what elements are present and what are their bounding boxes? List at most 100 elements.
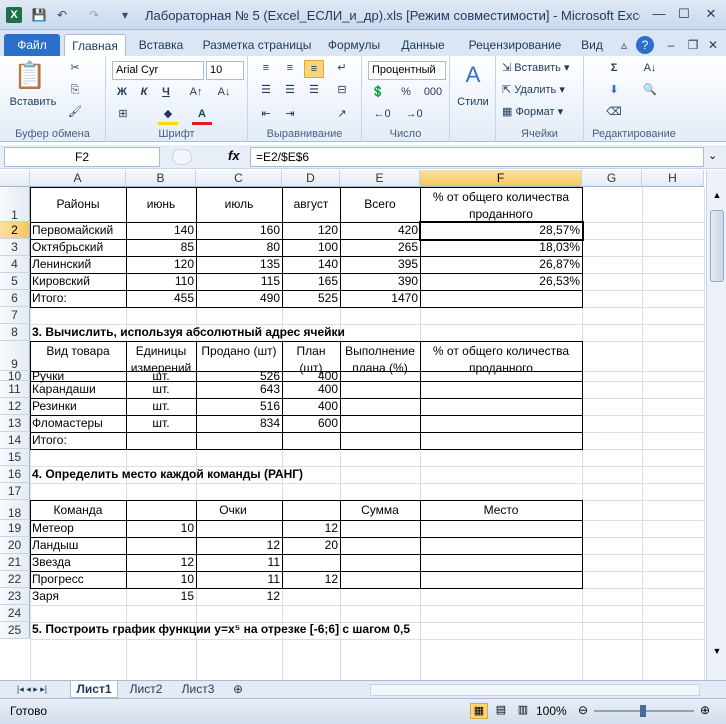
district-value[interactable]: 135: [196, 256, 282, 273]
team-points[interactable]: 10: [126, 571, 196, 588]
product-plan[interactable]: 400: [282, 381, 340, 398]
align-middle-icon[interactable]: ≡: [280, 60, 300, 76]
styles-button[interactable]: Стили: [452, 94, 494, 110]
column-header-f[interactable]: F: [420, 170, 582, 187]
district-value[interactable]: 120: [126, 256, 196, 273]
product-unit[interactable]: шт.: [126, 398, 196, 415]
section3-header[interactable]: % от общего количества проданного: [420, 341, 582, 375]
font-color-icon[interactable]: A: [192, 106, 212, 125]
district-value[interactable]: 390: [340, 273, 420, 290]
new-sheet-icon[interactable]: ⊕: [226, 681, 250, 698]
formula-input[interactable]: =E2/$E$6: [250, 147, 704, 167]
section3-header[interactable]: Вид товара: [30, 341, 126, 371]
row-header-6[interactable]: 6: [0, 290, 30, 307]
product-unit[interactable]: шт.: [126, 370, 196, 382]
column-header-b[interactable]: B: [126, 170, 196, 187]
number-format-dropdown[interactable]: Процентный: [368, 61, 446, 80]
header-august[interactable]: август: [282, 187, 340, 222]
clipboard-icon[interactable]: 📋: [10, 60, 50, 90]
product-name[interactable]: Ручки: [30, 370, 126, 382]
district-name[interactable]: Кировский: [30, 273, 126, 290]
team-points[interactable]: 11: [196, 571, 282, 588]
minimize-ribbon-icon[interactable]: ▵: [616, 34, 632, 56]
district-value[interactable]: [420, 290, 582, 307]
orientation-icon[interactable]: ↗: [332, 106, 352, 122]
currency-icon[interactable]: 💲: [368, 84, 388, 100]
font-size-dropdown[interactable]: 10: [206, 61, 244, 80]
paste-button[interactable]: Вставить: [6, 94, 60, 110]
sheet-nav-icon[interactable]: |◂ ◂ ▸ ▸|: [6, 681, 58, 698]
row-header-25[interactable]: 25: [0, 622, 30, 639]
district-name[interactable]: Первомайский: [30, 222, 126, 239]
district-value[interactable]: 420: [340, 222, 420, 239]
decrease-indent-icon[interactable]: ⇤: [256, 106, 276, 122]
section3-header[interactable]: План (шт): [282, 341, 340, 375]
bold-button[interactable]: Ж: [114, 84, 130, 100]
product-unit[interactable]: [126, 432, 196, 449]
sheet-tab-3[interactable]: Лист3: [174, 681, 222, 698]
find-select-icon[interactable]: 🔍: [638, 82, 662, 98]
product-sold[interactable]: 526: [196, 370, 282, 382]
tab-insert[interactable]: Вставка: [132, 34, 190, 56]
product-sold[interactable]: 834: [196, 415, 282, 432]
district-value[interactable]: 160: [196, 222, 282, 239]
row-header-11[interactable]: 11: [0, 381, 30, 398]
column-header-c[interactable]: C: [196, 170, 282, 187]
sheet-tab-2[interactable]: Лист2: [122, 681, 170, 698]
team-points[interactable]: 12: [196, 588, 282, 605]
column-header-d[interactable]: D: [282, 170, 340, 187]
team-points[interactable]: 15: [126, 588, 196, 605]
thousands-button[interactable]: 000: [422, 84, 444, 100]
restore-workbook-icon[interactable]: ❐: [684, 34, 702, 56]
header-total[interactable]: Всего: [340, 187, 420, 222]
row-header-2[interactable]: 2: [0, 222, 30, 239]
increase-indent-icon[interactable]: ⇥: [280, 106, 300, 122]
worksheet-grid[interactable]: A B C D E F G H 1 2 3 4 5 6 7 8 9 10 11 12 13 14 15 16 17 18 19 20 2…: [0, 170, 726, 698]
minimize-button[interactable]: —: [645, 4, 673, 24]
section3-header[interactable]: Единицы измерений: [126, 341, 196, 375]
team-points[interactable]: [282, 554, 340, 571]
tab-file[interactable]: Файл: [4, 34, 60, 56]
shrink-font-icon[interactable]: A↓: [216, 84, 232, 100]
name-box[interactable]: F2: [4, 147, 160, 167]
team-points[interactable]: 12: [196, 537, 282, 554]
align-top-icon[interactable]: ≡: [256, 60, 276, 76]
page-break-view-icon[interactable]: ▥: [514, 703, 532, 719]
team-points[interactable]: 20: [282, 537, 340, 554]
row-header-14[interactable]: 14: [0, 432, 30, 449]
tab-data[interactable]: Данные: [394, 34, 452, 56]
district-value[interactable]: 265: [340, 239, 420, 256]
expand-formula-icon[interactable]: ⌄: [708, 149, 717, 162]
styles-icon[interactable]: A: [460, 62, 486, 88]
tab-page-layout[interactable]: Разметка страницы: [196, 34, 318, 56]
team-name[interactable]: Ландыш: [30, 537, 126, 554]
formula-bar-resize-icon[interactable]: [172, 149, 192, 165]
team-name[interactable]: Прогресс: [30, 571, 126, 588]
insert-cells-button[interactable]: ⇲ Вставить ▾: [502, 60, 584, 76]
district-name[interactable]: Октябрьский: [30, 239, 126, 256]
product-plan[interactable]: 600: [282, 415, 340, 432]
row-header-13[interactable]: 13: [0, 415, 30, 432]
format-painter-icon[interactable]: 🖌: [66, 104, 84, 120]
italic-button[interactable]: К: [136, 84, 152, 100]
align-right-icon[interactable]: ☰: [304, 82, 324, 98]
district-value[interactable]: 455: [126, 290, 196, 307]
product-unit[interactable]: шт.: [126, 381, 196, 398]
row-header-9[interactable]: 9: [0, 341, 30, 371]
insert-function-icon[interactable]: fx: [228, 148, 240, 163]
redo-icon[interactable]: ↷: [84, 6, 104, 24]
header-points[interactable]: Очки: [126, 500, 340, 520]
fill-icon[interactable]: ⬇: [604, 82, 624, 98]
maximize-button[interactable]: ☐: [670, 4, 698, 24]
fill-color-icon[interactable]: ◆: [158, 106, 178, 125]
district-value[interactable]: 120: [282, 222, 340, 239]
section3-header[interactable]: Выполнение плана (%): [340, 341, 420, 375]
align-center-icon[interactable]: ☰: [280, 82, 300, 98]
close-button[interactable]: ✕: [697, 4, 725, 24]
product-plan[interactable]: [282, 432, 340, 449]
district-value[interactable]: 1470: [340, 290, 420, 307]
close-workbook-icon[interactable]: ✕: [704, 34, 722, 56]
restore-window-icon[interactable]: –: [662, 34, 680, 56]
district-value[interactable]: 525: [282, 290, 340, 307]
borders-icon[interactable]: ⊞: [114, 106, 132, 122]
